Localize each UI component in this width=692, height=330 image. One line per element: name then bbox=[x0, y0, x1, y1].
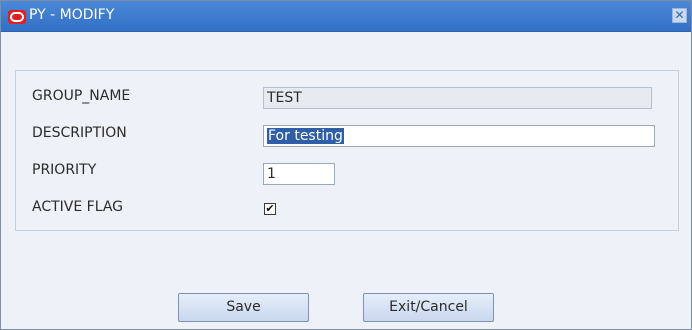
exit-cancel-button[interactable]: Exit/Cancel bbox=[363, 293, 494, 322]
group-name-value: TEST bbox=[267, 90, 302, 106]
close-icon[interactable]: ✕ bbox=[672, 8, 687, 23]
group-name-field[interactable]: TEST bbox=[263, 87, 652, 109]
priority-value: 1 bbox=[267, 166, 276, 182]
title-bar: PY - MODIFY ✕ bbox=[1, 1, 691, 32]
modify-dialog: PY - MODIFY ✕ GROUP_NAME TEST DESCRIPTIO… bbox=[0, 0, 692, 330]
priority-label: PRIORITY bbox=[32, 162, 97, 178]
window-title: PY - MODIFY bbox=[29, 7, 115, 23]
priority-field[interactable]: 1 bbox=[263, 163, 335, 185]
group-name-label: GROUP_NAME bbox=[32, 88, 131, 104]
description-value: For testing bbox=[267, 128, 344, 144]
active-flag-checkbox[interactable]: ✔ bbox=[264, 203, 276, 215]
checkmark-icon: ✔ bbox=[265, 202, 275, 215]
form-panel: GROUP_NAME TEST DESCRIPTION For testing … bbox=[15, 70, 679, 231]
active-flag-label: ACTIVE FLAG bbox=[32, 199, 124, 215]
save-button[interactable]: Save bbox=[178, 293, 309, 322]
description-label: DESCRIPTION bbox=[32, 125, 127, 141]
description-field[interactable]: For testing bbox=[263, 125, 655, 147]
oracle-logo-icon bbox=[8, 10, 26, 24]
